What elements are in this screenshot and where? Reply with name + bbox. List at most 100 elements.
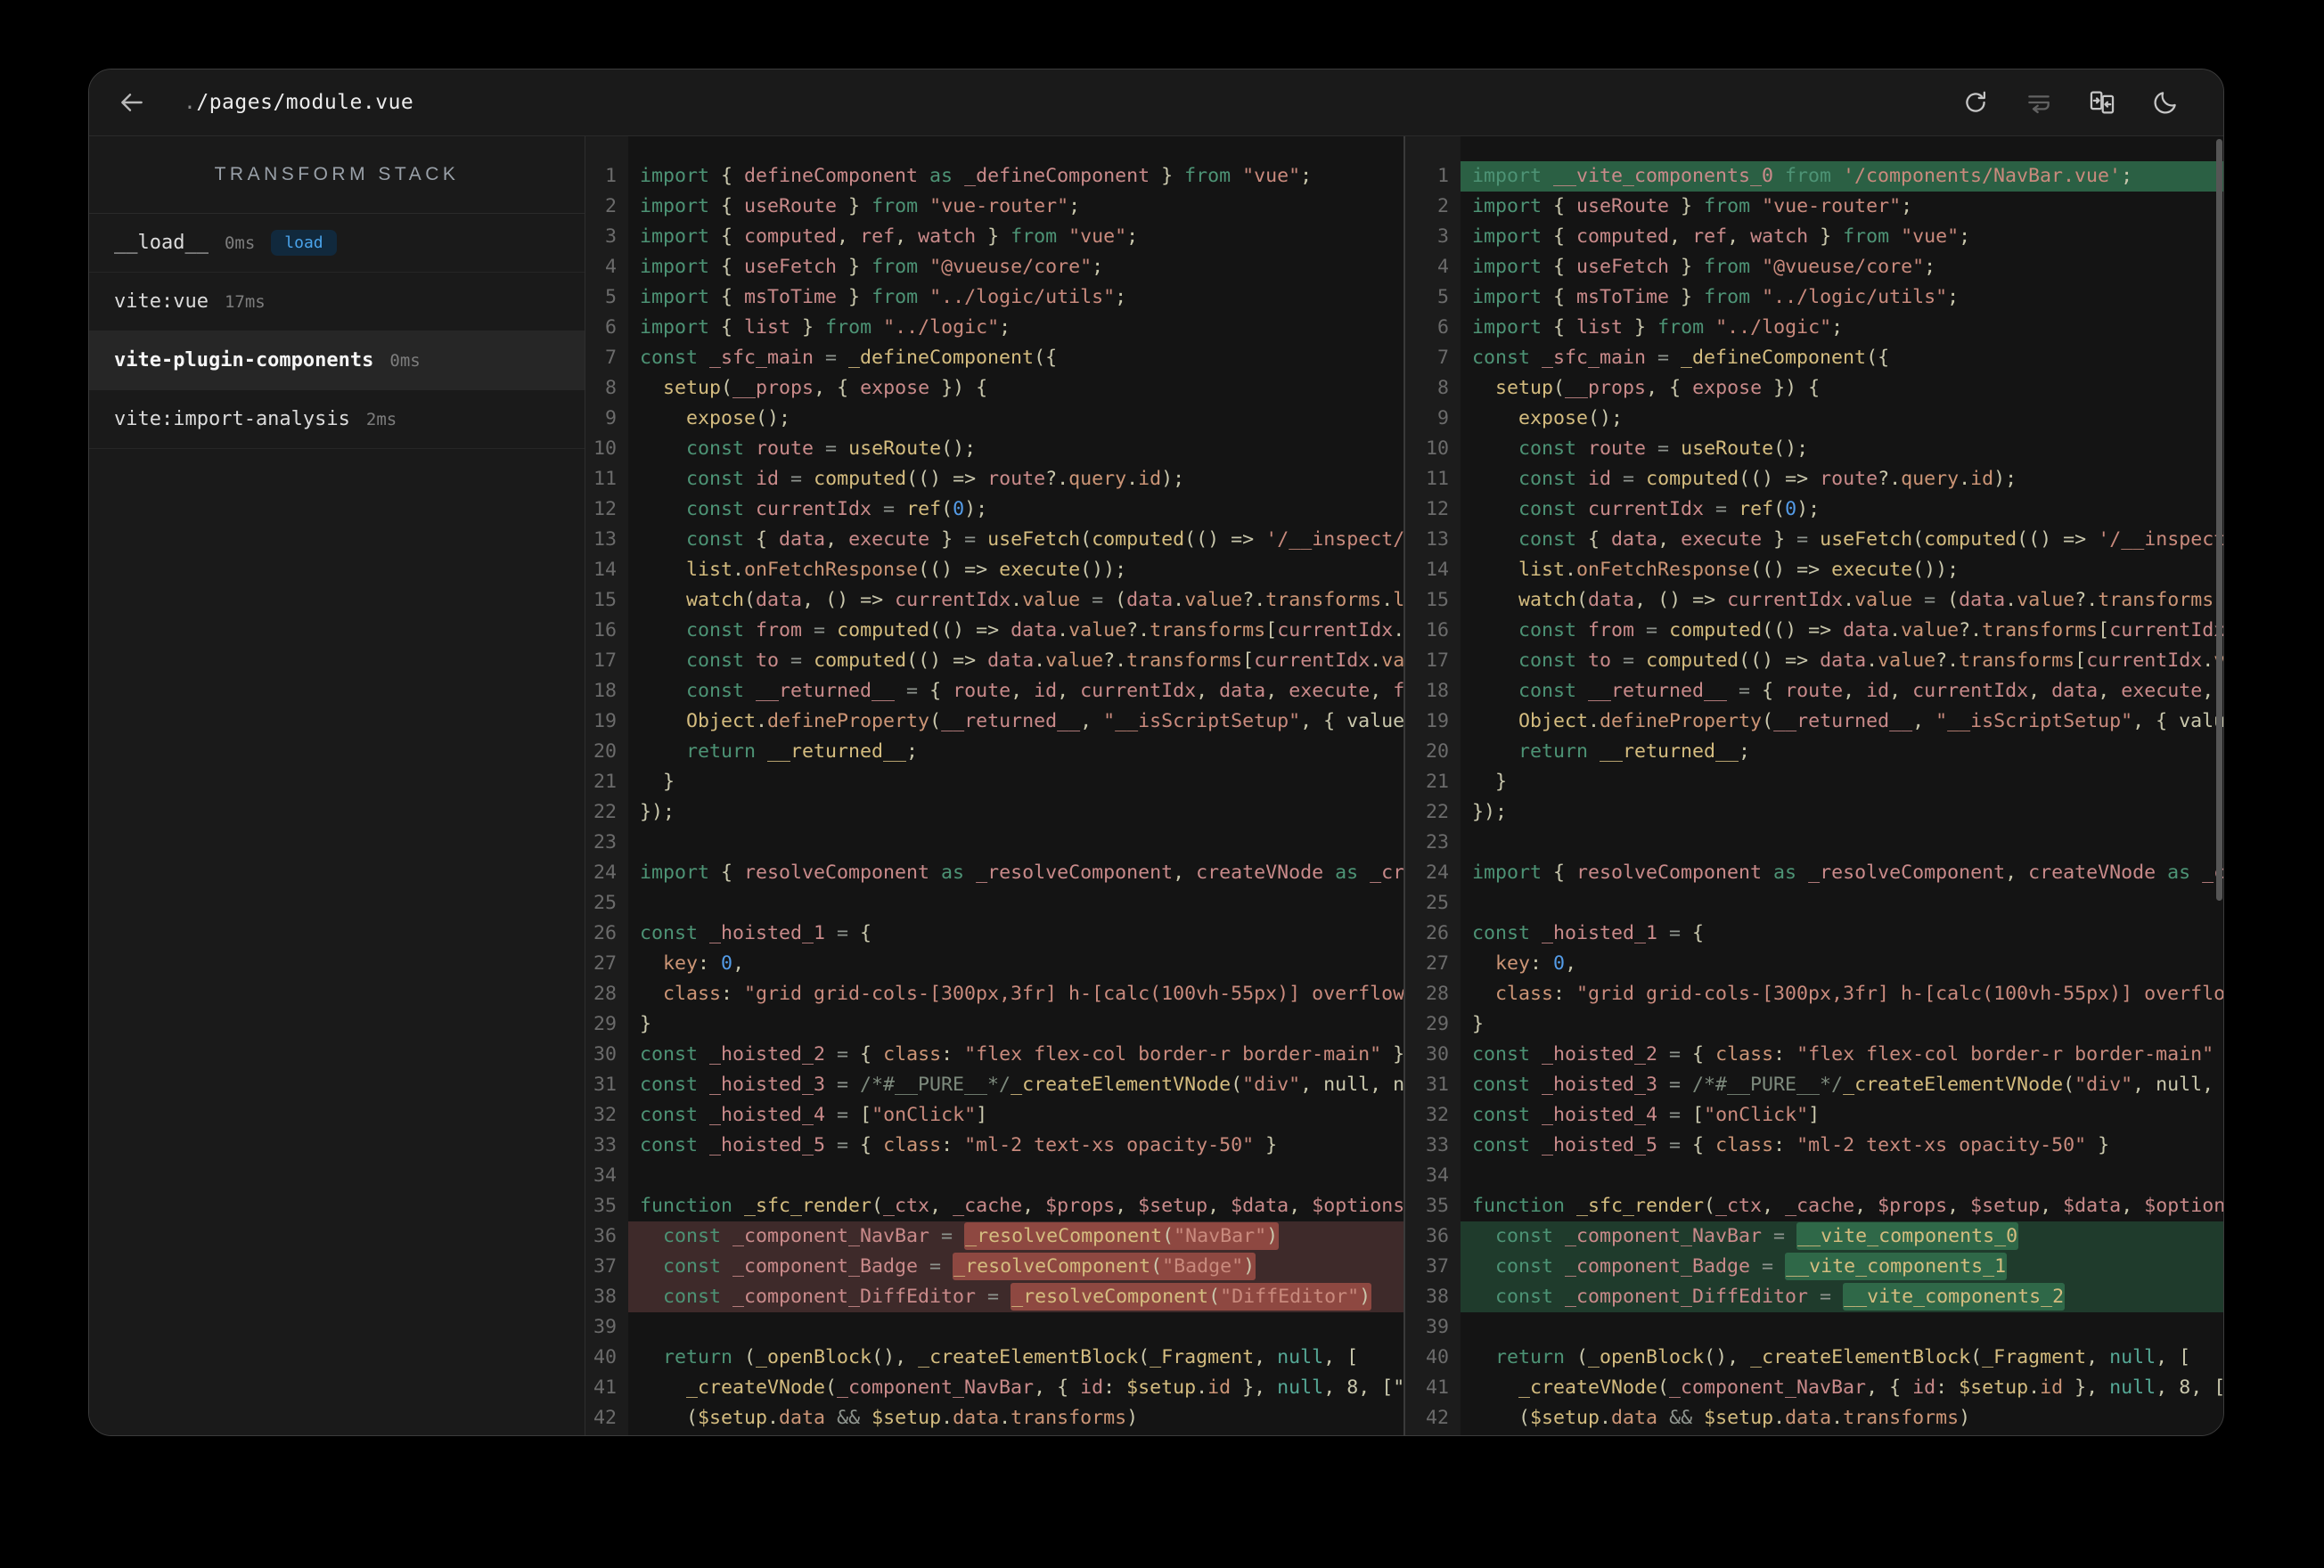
code-token: useFetch [744, 256, 838, 278]
code-token: . [1866, 649, 1878, 672]
code-content: const _hoisted_5 = { class: "ml-2 text-x… [628, 1131, 1403, 1161]
code-content: const _hoisted_4 = ["onClick"] [1461, 1100, 2223, 1131]
code-token: _ctx [1715, 1195, 1763, 1217]
code-token: "__isScriptSetup" [1103, 710, 1301, 732]
code-content: const _component_DiffEditor = __vite_com… [1461, 1282, 2223, 1312]
line-number: 1 [1436, 165, 1449, 187]
code-line: 11 const id = computed(() => route?.quer… [585, 464, 1403, 494]
line-number: 15 [593, 589, 617, 611]
transform-stack-item[interactable]: __load__ 0ms load [89, 214, 585, 273]
code-line: 12 const currentIdx = ref(0); [1405, 494, 2223, 525]
code-token: useRoute [1576, 195, 1670, 217]
code-token: (); [1773, 437, 1809, 460]
code-token: $setup [1530, 1407, 1600, 1429]
code-content: const _hoisted_1 = { [628, 919, 1403, 949]
code-token: currentIdx [1588, 498, 1705, 520]
code-token: "ml-2 text-xs opacity-50" [964, 1134, 1255, 1156]
code-token: ( [1553, 377, 1566, 399]
code-token: , { [1646, 377, 1693, 399]
code-line: 17 const to = computed(() => data.value?… [585, 646, 1403, 676]
transform-stack-item[interactable]: vite-plugin-components 0ms [89, 331, 585, 390]
code-content [628, 1312, 1403, 1343]
code-token: id [1588, 468, 1612, 490]
code-content: const _component_Badge = __vite_componen… [1461, 1252, 2223, 1282]
line-number: 39 [1425, 1316, 1449, 1338]
code-token: { [721, 256, 745, 278]
transform-stack-item[interactable]: vite:import-analysis 2ms [89, 390, 585, 449]
line-number: 28 [1425, 983, 1449, 1005]
code-token: (() => [1750, 559, 1832, 581]
code-token: , [825, 528, 849, 551]
code-token: ; [1068, 195, 1081, 217]
code-token: null [2109, 1376, 2156, 1399]
code-token: value [2017, 589, 2075, 611]
code-content: class: "grid grid-cols-[300px,3fr] h-[ca… [1461, 979, 2223, 1009]
code-token: ); [964, 498, 988, 520]
code-token: $setup [1138, 1195, 1208, 1217]
code-token: id [1080, 1376, 1104, 1399]
code-token: $setup [872, 1407, 942, 1429]
scrollbar-thumb[interactable] [2216, 139, 2222, 901]
inline-diff-toggle[interactable] [2024, 87, 2054, 118]
code-token: _component_NavBar [1669, 1376, 1867, 1399]
code-line: 36 const _component_NavBar = __vite_comp… [1405, 1221, 2223, 1252]
code-token: '/__inspect/module?id=' + id.value [2098, 528, 2223, 551]
back-button[interactable] [116, 86, 148, 118]
code-token: _resolveComponent [1808, 862, 2006, 884]
code-token: , [1843, 680, 1867, 702]
code-token: _defineComponent [1681, 347, 1867, 369]
code-token: execute [1289, 680, 1371, 702]
code-content: }); [628, 797, 1403, 828]
code-token: "DiffEditor" [1220, 1286, 1360, 1308]
code-line: 26 const _hoisted_1 = { [1405, 919, 2223, 949]
code-token: const [686, 619, 757, 641]
code-token: class [1495, 983, 1554, 1005]
code-token: ( [744, 589, 757, 611]
code-token: _sfc_render [744, 1195, 872, 1217]
code-token: "vue" [1901, 225, 1960, 248]
code-token: transforms [1011, 1407, 1127, 1429]
code-token: , [1057, 680, 1081, 702]
theme-toggle[interactable] [2150, 87, 2181, 118]
refresh-button[interactable] [1960, 87, 1991, 118]
code-token: watch [1750, 225, 1809, 248]
code-content: _createVNode(_component_NavBar, { id: $s… [628, 1373, 1403, 1403]
code-token: = [802, 619, 838, 641]
diff-pane-transformed[interactable]: 1 import __vite_components_0 from '/compo… [1403, 136, 2223, 1435]
code-token: ) [1243, 1255, 1256, 1278]
code-line: 26 const _hoisted_1 = { [585, 919, 1403, 949]
transform-stack-item[interactable]: vite:vue 17ms [89, 273, 585, 331]
code-token: ?. [1045, 468, 1069, 490]
code-token: length [1393, 589, 1403, 611]
code-token: '/__inspect/module?id=' + id.value [1265, 528, 1403, 551]
code-token: "../logic" [883, 316, 1000, 339]
code-token: } [1762, 528, 1797, 551]
side-by-side-toggle[interactable] [2087, 87, 2117, 118]
code-token: : [1773, 1043, 1797, 1066]
code-token: currentIdx [2086, 649, 2203, 672]
code-token: $setup [1970, 1195, 2041, 1217]
code-token: _openBlock [756, 1346, 872, 1368]
code-token: ( [1704, 1195, 1716, 1217]
code-token: value [1045, 649, 1104, 672]
code-token: (() => [1184, 528, 1266, 551]
code-token: query [1901, 468, 1960, 490]
code-token: } [1150, 165, 1185, 187]
code-line: 27 key: 0, [585, 949, 1403, 979]
code-token: { [1553, 862, 1577, 884]
code-line: 9 expose(); [1405, 404, 2223, 434]
code-token: = [1657, 1104, 1693, 1126]
code-token: _sfc_main [709, 347, 814, 369]
code-token: const [686, 437, 757, 460]
code-token: _createElementBlock [1750, 1346, 1971, 1368]
code-token: : [941, 1043, 965, 1066]
line-number: 37 [1425, 1255, 1449, 1278]
diff-pane-original[interactable]: 1 import { defineComponent as _defineComp… [585, 136, 1403, 1435]
code-token: . [2005, 589, 2017, 611]
code-token: } [837, 286, 872, 308]
code-token: value [1381, 649, 1403, 672]
